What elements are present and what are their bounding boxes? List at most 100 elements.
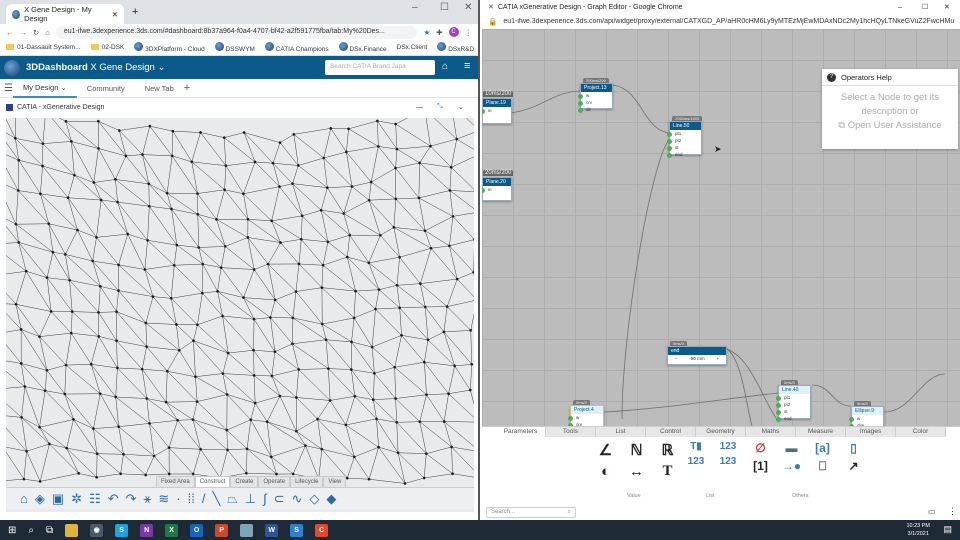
- axis-icon[interactable]: ╲: [212, 491, 220, 507]
- comment-icon[interactable]: ▭: [928, 507, 936, 516]
- more-icon[interactable]: ⋮: [948, 506, 957, 517]
- 3d-viewport[interactable]: Fixed Area Construct Create Operate Life…: [6, 118, 474, 512]
- skype-icon[interactable]: S: [115, 523, 129, 537]
- slider-icon[interactable]: ▯: [840, 441, 867, 455]
- minimize-widget-icon[interactable]: —: [416, 104, 423, 111]
- spline-icon[interactable]: ∫: [263, 491, 267, 506]
- close-tab-icon[interactable]: ✕: [112, 10, 118, 19]
- vector-icon[interactable]: ↗: [840, 459, 867, 474]
- properties-icon[interactable]: ☷: [89, 491, 101, 507]
- tab-tools[interactable]: Tools: [546, 427, 596, 437]
- node-project-4[interactable]: 0ms/0 Project.4 w crv: [568, 400, 604, 426]
- node-line-50[interactable]: 2050ms/1000 Line.50 pt1 pt2 st end: [667, 116, 703, 158]
- excel-icon[interactable]: X: [165, 523, 179, 537]
- new-tab-icon[interactable]: +: [132, 6, 138, 18]
- text-list-icon[interactable]: T▮: [682, 441, 710, 452]
- node-end-slider[interactable]: 0ms/0 end − -80 mm +: [667, 341, 727, 365]
- number-list-icon[interactable]: 123: [682, 456, 710, 467]
- point-icon[interactable]: ·: [176, 491, 180, 506]
- redo-icon[interactable]: ↷: [126, 491, 137, 507]
- search-input[interactable]: Search CATIA Brand Japa: [325, 60, 435, 75]
- maximize-icon[interactable]: ☐: [922, 3, 928, 11]
- browser-tab[interactable]: X Gene Design - My Design ✕: [6, 4, 124, 24]
- maximize-icon[interactable]: ☐: [440, 2, 449, 13]
- null-icon[interactable]: ∅: [747, 441, 774, 455]
- index-icon[interactable]: [1]: [747, 459, 774, 474]
- node-plane-19[interactable]: 10ms/200 Plane.19 in: [482, 91, 514, 124]
- bookmark[interactable]: 02-DSK: [90, 44, 124, 51]
- tab-my-design[interactable]: My Design ⌄: [12, 79, 77, 98]
- node-line-40[interactable]: 0ms/0 Line.40 pt1 pt2 st end: [776, 380, 811, 422]
- start-icon[interactable]: ⊞: [8, 525, 16, 536]
- boolean-icon[interactable]: ◐: [592, 463, 619, 480]
- file-explorer-icon[interactable]: [65, 523, 79, 537]
- bookmark[interactable]: CATIA Champions: [264, 42, 329, 53]
- tab-maths[interactable]: Maths: [746, 427, 796, 437]
- home-icon[interactable]: ⌂: [45, 28, 50, 37]
- minimize-icon[interactable]: –: [412, 2, 418, 13]
- plane-icon[interactable]: ⏢: [227, 491, 237, 507]
- tab-community[interactable]: Community: [77, 80, 135, 97]
- tab-color[interactable]: Color: [896, 427, 946, 437]
- clock[interactable]: 10:23 PM 3/1/2021: [906, 522, 930, 538]
- add-tab-icon[interactable]: +: [184, 82, 190, 94]
- sequence-icon[interactable]: 123: [714, 441, 742, 452]
- back-icon[interactable]: ←: [6, 28, 14, 37]
- compass-icon[interactable]: [4, 59, 20, 76]
- output-icon[interactable]: →●: [778, 459, 805, 474]
- tab-geometry[interactable]: Geometry: [696, 427, 746, 437]
- integer-icon[interactable]: ℕ: [623, 441, 650, 459]
- forward-icon[interactable]: →: [20, 28, 28, 37]
- dashboard-name[interactable]: X Gene Design: [90, 62, 154, 73]
- url-field[interactable]: eu1-ifwe.3dexperience.3ds.com/api/widget…: [503, 18, 954, 25]
- close-icon[interactable]: ✕: [464, 2, 472, 13]
- powerpoint-icon[interactable]: P: [215, 523, 229, 537]
- real-icon[interactable]: ℝ: [654, 441, 681, 459]
- node-plane-20[interactable]: 20ms/200 Plane.20 in: [482, 170, 514, 201]
- url-field[interactable]: eu1-ifwe.3dexperience.3ds.com/#dashboard…: [55, 25, 418, 39]
- bookmark[interactable]: DSxR&D: [437, 42, 474, 53]
- extensions-icon[interactable]: ✚: [436, 28, 442, 37]
- solidworks-icon[interactable]: S: [290, 523, 304, 537]
- settings-icon[interactable]: ✲: [71, 491, 82, 507]
- task-view-icon[interactable]: ⧉: [46, 525, 53, 536]
- text-icon[interactable]: T: [654, 463, 681, 480]
- bookmark[interactable]: 3DXPlatform - Cloud: [134, 42, 205, 53]
- search-icon[interactable]: ⌕: [28, 525, 34, 536]
- book-icon[interactable]: ⎕: [809, 459, 836, 474]
- slider-value[interactable]: -80 mm: [689, 356, 704, 361]
- node-ellipse-9[interactable]: 0ms/0 Ellipse.9 w dim: [849, 401, 884, 426]
- curve-icon[interactable]: ∿: [291, 491, 302, 507]
- open-user-assistance-link[interactable]: ⧉ Open User Assistance: [822, 119, 958, 133]
- feed-icon[interactable]: ≋: [158, 491, 169, 507]
- collapse-icon[interactable]: ⤡: [437, 103, 443, 111]
- image-icon[interactable]: ▬: [778, 441, 805, 455]
- increment-button[interactable]: +: [716, 356, 719, 361]
- bookmark[interactable]: 01-Dassault System...: [6, 44, 81, 51]
- arc-icon[interactable]: ⊂: [274, 491, 285, 507]
- close-icon[interactable]: ✕: [944, 3, 950, 11]
- graph-icon[interactable]: ⚹: [144, 491, 152, 507]
- tab-new-tab[interactable]: New Tab: [135, 80, 184, 97]
- line-icon[interactable]: /: [202, 491, 206, 506]
- app-icon[interactable]: [240, 523, 254, 537]
- length-icon[interactable]: ↔: [623, 463, 650, 480]
- hamburger-icon[interactable]: ≡: [464, 60, 470, 72]
- tab-control[interactable]: Control: [646, 427, 696, 437]
- node-project-13[interactable]: 200ms/200 Project.13 w crv dir: [578, 78, 613, 113]
- surface-icon[interactable]: ◇: [309, 491, 319, 507]
- onenote-icon[interactable]: N: [140, 523, 154, 537]
- tab-images[interactable]: Images: [846, 427, 896, 437]
- tag-icon[interactable]: ⌂: [442, 61, 448, 72]
- chrome-icon[interactable]: ◉: [90, 523, 104, 537]
- bookmark[interactable]: DSSWYM: [214, 42, 255, 53]
- part-icon[interactable]: ◈: [35, 491, 45, 507]
- outlook-icon[interactable]: O: [190, 523, 204, 537]
- star-icon[interactable]: ★: [423, 28, 430, 37]
- widget-menu-icon[interactable]: ⌄: [458, 103, 464, 111]
- series-icon[interactable]: 123: [714, 456, 742, 467]
- tab-list[interactable]: List: [596, 427, 646, 437]
- menu-icon[interactable]: ⋮: [465, 28, 473, 37]
- angle-icon[interactable]: ∠: [592, 441, 619, 459]
- profile-avatar[interactable]: C: [448, 27, 459, 37]
